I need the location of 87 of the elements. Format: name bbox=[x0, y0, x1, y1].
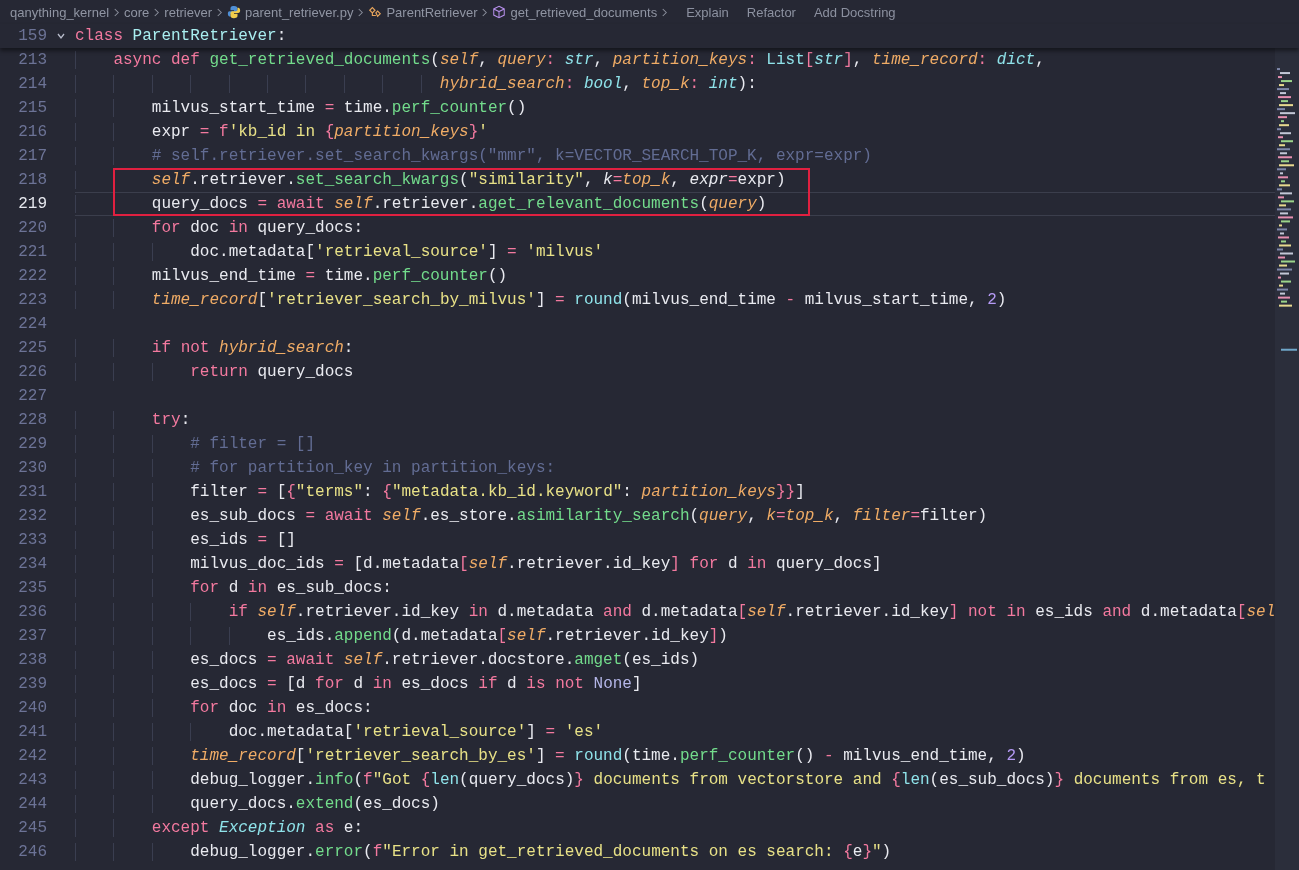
code-line: for doc in query_docs: bbox=[151, 219, 364, 237]
chevron-icon bbox=[661, 7, 669, 17]
line-number: 237 bbox=[17, 626, 47, 647]
code-line: milvus_end_time = time.perf_counter() bbox=[151, 267, 508, 285]
code-line: es_docs = await self.retriever.docstore.amget(es_ids) bbox=[190, 651, 700, 669]
chevron-icon bbox=[216, 7, 223, 17]
line-number: 245 bbox=[17, 818, 47, 839]
code-line: self.retriever.set_search_kwargs("similarity", k=top_k, expr=expr) bbox=[151, 171, 786, 189]
code-line: es_sub_docs = await self.es_store.asimilarity_search(query, k=top_k, filter=filter) bbox=[190, 507, 988, 525]
code-line: expr = f'kb_id in {partition_keys}' bbox=[151, 123, 488, 141]
line-number: 239 bbox=[17, 674, 47, 695]
breadcrumb-item[interactable]: get_retrieved_documents bbox=[492, 4, 658, 20]
line-number: 227 bbox=[17, 386, 47, 407]
code-line: # filter = [] bbox=[190, 435, 316, 453]
line-number: 234 bbox=[17, 554, 47, 575]
code-line: es_docs = [d for d in es_docs if d is not None] bbox=[190, 675, 642, 693]
line-number: 236 bbox=[17, 602, 47, 623]
code-line: doc.metadata['retrieval_source'] = 'es' bbox=[228, 723, 604, 741]
line-number: 229 bbox=[17, 434, 47, 455]
code-line: milvus_start_time = time.perf_counter() bbox=[151, 99, 527, 117]
line-number: 218 bbox=[17, 170, 47, 191]
line-number: 214 bbox=[17, 74, 47, 95]
line-number: 221 bbox=[17, 242, 47, 263]
line-number: 244 bbox=[17, 794, 47, 815]
code-line: debug_logger.error(f"Error in get_retrieved_documents on es search: {e}") bbox=[190, 843, 892, 861]
breadcrumb-item[interactable]: qanything_kernel bbox=[10, 4, 110, 20]
line-number: 231 bbox=[17, 482, 47, 503]
line-number: 219 bbox=[17, 194, 47, 215]
line-number: 228 bbox=[17, 410, 47, 431]
line-number: 242 bbox=[17, 746, 47, 767]
line-number: 232 bbox=[17, 506, 47, 527]
breadcrumb-item[interactable]: core bbox=[124, 4, 150, 20]
breadcrumb-item[interactable]: parent_retriever.py bbox=[227, 4, 354, 20]
code-line: except Exception as e: bbox=[151, 819, 364, 837]
line-number: 220 bbox=[17, 218, 47, 239]
code-line: time_record['retriever_search_by_es'] = round(time.perf_counter() - milvus_end_time, 2) bbox=[190, 747, 1026, 765]
code-line: for d in es_sub_docs: bbox=[190, 579, 392, 597]
line-number: 215 bbox=[17, 98, 47, 119]
line-number: 226 bbox=[17, 362, 47, 383]
code-line: if self.retriever.id_key in d.metadata and d.metadata[self.retriever.id_key] not in es_ids and d.metadata[sel bbox=[228, 603, 1275, 621]
line-number: 213 bbox=[17, 50, 47, 71]
line-number: 240 bbox=[17, 698, 47, 719]
code-line: hybrid_search: bool, top_k: int): bbox=[439, 75, 757, 93]
line-number: 159 bbox=[17, 26, 47, 47]
line-number: 224 bbox=[17, 314, 47, 335]
code-lens-link[interactable]: Explain bbox=[686, 4, 729, 20]
breadcrumb-item[interactable]: retriever bbox=[164, 4, 212, 20]
line-number: 230 bbox=[17, 458, 47, 479]
line-number: 233 bbox=[17, 530, 47, 551]
code-line: # self.retriever.set_search_kwargs("mmr", k=VECTOR_SEARCH_TOP_K, expr=expr) bbox=[151, 147, 872, 165]
line-number: 238 bbox=[17, 650, 47, 671]
code-line: debug_logger.info(f"Got {len(query_docs)} documents from vectorstore and {len(es_sub_docs)} documents from es, t bbox=[190, 771, 1266, 789]
line-number: 216 bbox=[17, 122, 47, 143]
fold-chevron-icon[interactable] bbox=[56, 31, 66, 41]
code-lens-link[interactable]: Add Docstring bbox=[813, 4, 896, 20]
line-number: 217 bbox=[17, 146, 47, 167]
line-number: 225 bbox=[17, 338, 47, 359]
class-icon bbox=[368, 5, 383, 19]
line-number: 235 bbox=[17, 578, 47, 599]
chevron-icon bbox=[481, 7, 489, 17]
python-icon bbox=[227, 5, 241, 19]
code-line: query_docs = await self.retriever.aget_relevant_documents(query) bbox=[151, 195, 767, 213]
code-line: query_docs.extend(es_docs) bbox=[190, 795, 440, 813]
cube-icon bbox=[492, 5, 507, 19]
line-number: 246 bbox=[17, 842, 47, 863]
code-line: class ParentRetriever: bbox=[75, 27, 287, 45]
line-number: 241 bbox=[17, 722, 47, 743]
line-number: 222 bbox=[17, 266, 47, 287]
code-line: time_record['retriever_search_by_milvus'] = round(milvus_end_time - milvus_start_time, 2) bbox=[151, 291, 1007, 309]
code-line: es_ids.append(d.metadata[self.retriever.id_key]) bbox=[267, 627, 728, 645]
code-line: filter = [{"terms": {"metadata.kb_id.keyword": partition_keys}}] bbox=[190, 483, 805, 501]
chevron-icon bbox=[113, 7, 121, 17]
code-line: if not hybrid_search: bbox=[151, 339, 354, 357]
code-line: try: bbox=[151, 411, 191, 429]
code-line: return query_docs bbox=[190, 363, 354, 381]
code-line: # for partition_key in partition_keys: bbox=[190, 459, 556, 477]
code-line: es_ids = [] bbox=[190, 531, 296, 549]
code-line: async def get_retrieved_documents(self, query: str, partition_keys: List[str], time_record: dict, bbox=[113, 51, 1045, 69]
chevron-icon bbox=[153, 7, 161, 17]
code-line: doc.metadata['retrieval_source'] = 'milvus' bbox=[190, 243, 604, 261]
chevron-icon bbox=[357, 7, 365, 17]
code-line: for doc in es_docs: bbox=[190, 699, 373, 717]
code-lens-link[interactable]: Refactor bbox=[746, 4, 796, 20]
code-line: milvus_doc_ids = [d.metadata[self.retriever.id_key] for d in query_docs] bbox=[190, 555, 882, 573]
line-number: 243 bbox=[17, 770, 47, 791]
line-number: 223 bbox=[17, 290, 47, 311]
breadcrumb-item[interactable]: ParentRetriever bbox=[368, 4, 478, 20]
